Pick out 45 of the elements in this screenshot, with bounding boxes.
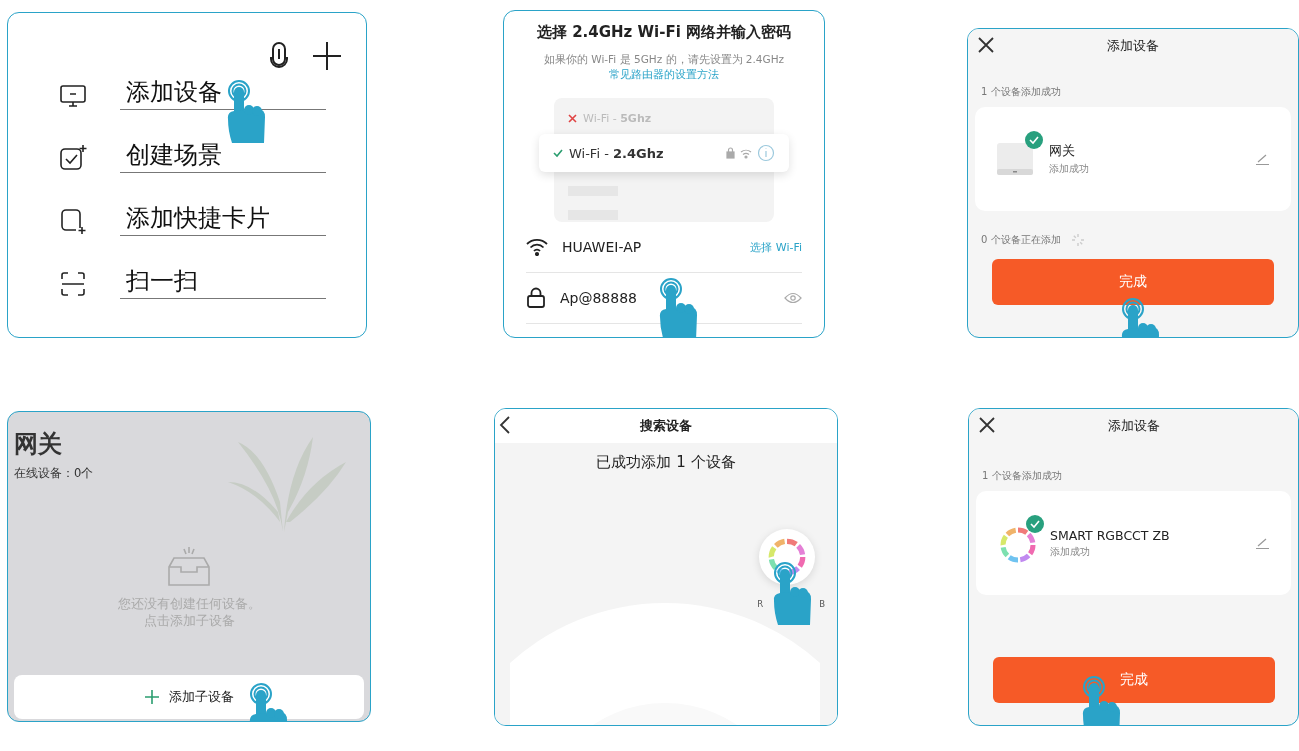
empty-tray-icon [166, 547, 212, 587]
check-icon [553, 148, 563, 158]
device-label-text: B [819, 599, 825, 609]
menu-item[interactable]: 添加快捷卡片 [120, 203, 326, 236]
wifi-network-row: Wi-Fi - 2.4Ghz [539, 134, 789, 172]
gateway-device-icon [997, 141, 1033, 177]
device-label-text: R [757, 599, 764, 609]
wifi-hint-text: 如果你的 Wi-Fi 是 5GHz 的，请先设置为 2.4GHz 常见路由器的设置方法 [542, 52, 786, 82]
online-devices-text: 在线设备：0个 [13, 465, 95, 481]
cross-icon [568, 113, 577, 123]
device-name: SMART RGBCCT ZB [1050, 527, 1171, 543]
device-status: 添加成功 [1049, 162, 1090, 176]
password-field[interactable]: Ap@88888 [560, 290, 770, 306]
device-name: 网关 [1049, 142, 1076, 160]
screen-title: 添加设备 [1107, 37, 1159, 55]
close-icon[interactable] [978, 37, 994, 53]
scan-icon [58, 269, 88, 299]
square-plus-icon [58, 206, 88, 236]
checkbox-plus-icon [58, 143, 88, 173]
gateway-title: 网关 [13, 429, 63, 460]
check-badge-icon [1026, 515, 1044, 533]
menu-item[interactable]: 扫一扫 [120, 266, 326, 299]
wifi-setup-title: 选择 2.4GHz Wi-Fi 网络并输入密码 [535, 22, 793, 42]
pending-count-text: 0 个设备正在添加 [981, 233, 1061, 247]
back-icon[interactable] [499, 416, 511, 434]
device-status: 添加成功 [1050, 545, 1091, 559]
wifi-icon [526, 238, 548, 256]
close-icon[interactable] [979, 417, 995, 433]
add-subdevice-button[interactable]: 添加子设备 [14, 675, 364, 719]
loading-spinner-icon [1070, 233, 1085, 247]
screen-title: 搜索设备 [640, 417, 692, 435]
plus-icon[interactable] [312, 41, 342, 71]
lock-icon [526, 287, 546, 309]
wifi-name-field[interactable]: HUAWEI-AP [562, 239, 737, 255]
success-count-text: 1 个设备添加成功 [981, 469, 1063, 483]
lock-wifi-info-icon [725, 144, 775, 162]
check-badge-icon [1025, 131, 1043, 149]
edit-icon[interactable] [1255, 153, 1269, 165]
plus-icon [144, 690, 159, 704]
edit-icon[interactable] [1255, 537, 1269, 549]
success-count-text: 1 个设备添加成功 [980, 85, 1062, 99]
search-result-text: 已成功添加 1 个设备 [596, 452, 736, 472]
screen-title: 添加设备 [1107, 417, 1160, 435]
wifi-network-row: Wi-Fi - 5Ghz [554, 104, 774, 132]
found-device-bubble[interactable] [759, 529, 815, 585]
